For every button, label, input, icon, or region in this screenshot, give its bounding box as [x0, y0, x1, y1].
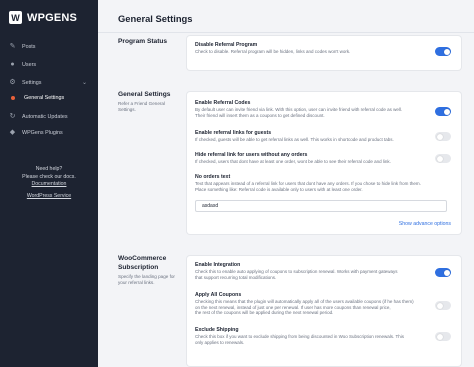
help-box: Need help? Please check our docs. Docume… [0, 166, 98, 189]
sidebar-item-wpgens-plugins[interactable]: ◆ WPGens Plugins [9, 129, 93, 136]
option-title: Hide referral link for users without any… [195, 152, 308, 158]
sidebar-item-label: WPGens Plugins [22, 129, 63, 136]
option-desc: Place something like: Referral code is a… [195, 186, 363, 192]
wordpress-service-link-wrap: WordPress Service [0, 193, 98, 201]
sidebar-item-label: General Settings [24, 95, 65, 101]
section-title-general-settings: General Settings [118, 91, 171, 98]
option-desc: If checked, users that dont have at leas… [195, 159, 391, 164]
wpgens-logo-icon: W [9, 11, 22, 24]
sidebar-item-posts[interactable]: ✎ Posts [9, 43, 93, 50]
option-desc: By default user can invite friend via li… [195, 107, 403, 112]
sidebar-item-settings[interactable]: ⚙ Settings ⌄ [9, 79, 93, 86]
active-dot-icon [11, 96, 15, 100]
disable-referral-toggle[interactable] [435, 47, 451, 56]
wordpress-service-link[interactable]: WordPress Service [0, 193, 98, 201]
option-title: Exclude Shipping [195, 327, 239, 333]
option-desc: Checking this means that the plugin will… [195, 299, 414, 304]
section-desc-general-settings: Refer a Friend General Settings. [118, 101, 165, 113]
option-desc: only applies to renewals. [195, 339, 245, 345]
option-apply-all-coupons: Apply All Coupons Checking this means th… [195, 292, 435, 316]
apply-all-coupons-toggle[interactable] [435, 301, 451, 310]
documentation-link[interactable]: Documentation [0, 181, 98, 189]
option-exclude-shipping: Exclude Shipping Check this box if you w… [195, 327, 435, 345]
option-desc: If checked, guests will be able to get r… [195, 137, 394, 142]
woocommerce-card: Enable Integration Check this to enable … [187, 256, 461, 366]
section-title-program-status: Program Status [118, 38, 168, 45]
logo-text: WPGENS [27, 11, 78, 24]
sidebar: W WPGENS ✎ Posts ● Users ⚙ Settings ⌄ Ge… [0, 0, 98, 367]
option-title: No orders text [195, 174, 231, 180]
topbar: General Settings [98, 0, 474, 33]
sidebar-item-label: Settings [22, 79, 42, 86]
logo[interactable]: W WPGENS [9, 11, 77, 24]
page-title: General Settings [118, 13, 193, 24]
option-desc: Check to disable. Referral program will … [195, 49, 351, 54]
option-desc: that support recurring total modificatio… [195, 274, 277, 280]
section-desc-woocommerce: Specify the landing page for your referr… [118, 274, 175, 286]
option-title: Enable referral links for guests [195, 130, 272, 136]
sidebar-item-users[interactable]: ● Users [9, 61, 93, 68]
option-hide-referral-link: Hide referral link for users without any… [195, 152, 435, 165]
gear-icon: ⚙ [9, 79, 16, 86]
program-status-card: Disable Referral Program Check to disabl… [187, 36, 461, 70]
exclude-shipping-toggle[interactable] [435, 332, 451, 341]
pin-icon: ✎ [9, 43, 16, 50]
plugin-icon: ◆ [9, 129, 16, 136]
option-enable-referral-codes: Enable Referral Codes By default user ca… [195, 100, 435, 118]
sidebar-item-label: Users [22, 61, 37, 68]
option-desc: Their friend will insert them as a coupo… [195, 112, 325, 118]
update-icon: ↻ [9, 113, 16, 120]
referral-links-guests-toggle[interactable] [435, 132, 451, 141]
option-title: Apply All Coupons [195, 292, 242, 298]
sidebar-item-label: Posts [22, 43, 36, 50]
option-desc: Text that appears instead of a referral … [195, 181, 421, 186]
help-title: Need help? [35, 166, 63, 172]
option-referral-links-guests: Enable referral links for guests If chec… [195, 130, 435, 143]
sidebar-item-general-settings[interactable]: General Settings [10, 95, 94, 101]
show-advance-options-link[interactable]: Show advance options [399, 221, 451, 227]
sidebar-item-automatic-updates[interactable]: ↻ Automatic Updates [9, 113, 93, 120]
option-enable-integration: Enable Integration Check this to enable … [195, 262, 435, 280]
no-orders-text-input[interactable]: asdasd [195, 200, 447, 212]
enable-integration-toggle[interactable] [435, 268, 451, 277]
enable-referral-codes-toggle[interactable] [435, 107, 451, 116]
main-content: General Settings Program Status Disable … [98, 0, 474, 367]
option-title: Enable Referral Codes [195, 100, 251, 106]
option-desc: the rest of the coupons will be applied … [195, 310, 334, 316]
option-no-orders-text: No orders text Text that appears instead… [195, 174, 435, 192]
user-icon: ● [10, 61, 15, 68]
section-title-woocommerce: WooCommerce Subscription [118, 255, 167, 271]
option-title: Disable Referral Program [195, 42, 258, 48]
option-desc: Check this box if you want to exclude sh… [195, 334, 404, 339]
chevron-down-icon: ⌄ [81, 80, 87, 86]
help-text: Please check our docs. [22, 173, 76, 180]
general-settings-card: Enable Referral Codes By default user ca… [187, 92, 461, 234]
sidebar-item-label: Automatic Updates [22, 113, 68, 120]
hide-referral-link-toggle[interactable] [435, 154, 451, 163]
option-title: Enable Integration [195, 262, 241, 268]
option-disable-referral: Disable Referral Program Check to disabl… [195, 42, 435, 55]
